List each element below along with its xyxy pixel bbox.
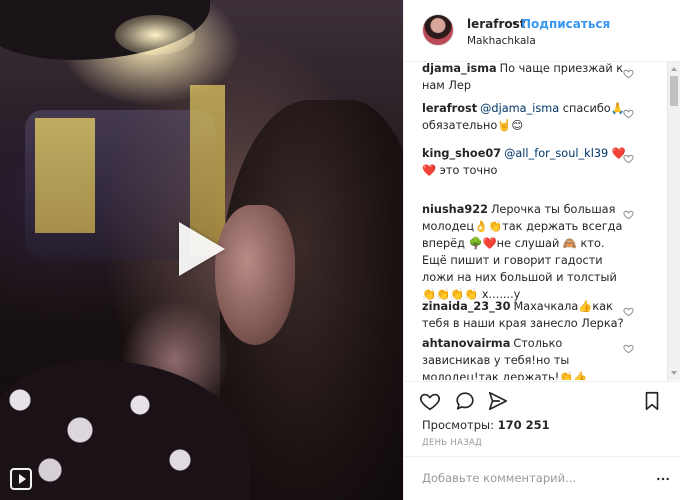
mention-link[interactable]: @all_for_soul_kl39 [504,147,608,160]
street-light [115,15,195,55]
heart-icon[interactable] [419,390,441,412]
scroll-up-icon[interactable] [671,67,677,71]
view-count: Просмотры: 170 251 [422,418,550,432]
ellipsis-icon[interactable] [655,471,671,487]
comment-form [404,456,680,500]
heart-icon[interactable] [623,209,634,220]
mention-link[interactable]: @djama_isma [480,102,559,115]
action-bar [404,381,680,421]
heart-icon[interactable] [623,153,634,164]
paper-plane-icon[interactable] [487,390,509,412]
person-face [215,205,295,345]
comment-author-link[interactable]: king_shoe07 [422,147,501,160]
comment-text: Лерочка ты большая молодец👌👏так держать … [422,203,623,301]
comment-author-link[interactable]: djama_isma [422,62,497,75]
heart-icon[interactable] [623,108,634,119]
location-link[interactable]: Makhachkala [467,35,536,47]
play-button-icon[interactable] [179,222,225,276]
heart-icon[interactable] [623,306,634,317]
speech-bubble-icon[interactable] [454,390,476,412]
post-header: lerafrost • Подписаться Makhachkala [404,0,680,62]
views-label: Просмотры: [422,418,494,432]
post-time[interactable]: ДЕНЬ НАЗАД [422,438,482,448]
comment-author-link[interactable]: niusha922 [422,203,488,216]
bookmark-icon[interactable] [641,390,663,412]
comment-input[interactable] [422,469,622,487]
comment-author-link[interactable]: lerafrost [422,102,477,115]
views-number: 170 251 [497,418,550,432]
comments-scrollbar[interactable] [667,62,680,380]
avatar[interactable] [422,14,454,46]
scroll-thumb[interactable] [670,76,678,106]
video-player[interactable] [0,0,403,500]
video-type-icon [10,468,32,490]
comment-item: king_shoe07 @all_for_soul_kl39 ❤️❤️ это т… [404,145,669,179]
follow-button[interactable]: Подписаться [521,17,610,31]
comment-item: zinaida_23_30 Махачкала👍как тебя в наши к… [404,298,669,332]
post-panel: lerafrost • Подписаться Makhachkala khiu… [403,0,680,500]
comment-item: niusha922 Лерочка ты большая молодец👌👏так… [404,201,669,303]
comment-author-link[interactable]: zinaida_23_30 [422,300,510,313]
separator-dot: • [511,17,519,31]
comments-list[interactable]: khiurrem.ssssНаших мальчиков не трогай !… [404,62,680,380]
comment-item: lerafrost @djama_isma спасибо🙏 обязательн… [404,100,669,134]
heart-icon[interactable] [623,343,634,354]
comment-author-link[interactable]: ahtanovairma [422,337,510,350]
storefront-sign [35,118,95,233]
comment-item: ahtanovairma Столько завиcникав у тебя!но… [404,335,669,380]
comment-item: djama_isma По чаще приезжай к нам Лер [404,62,669,94]
scroll-down-icon[interactable] [671,371,677,375]
heart-icon[interactable] [623,68,634,79]
